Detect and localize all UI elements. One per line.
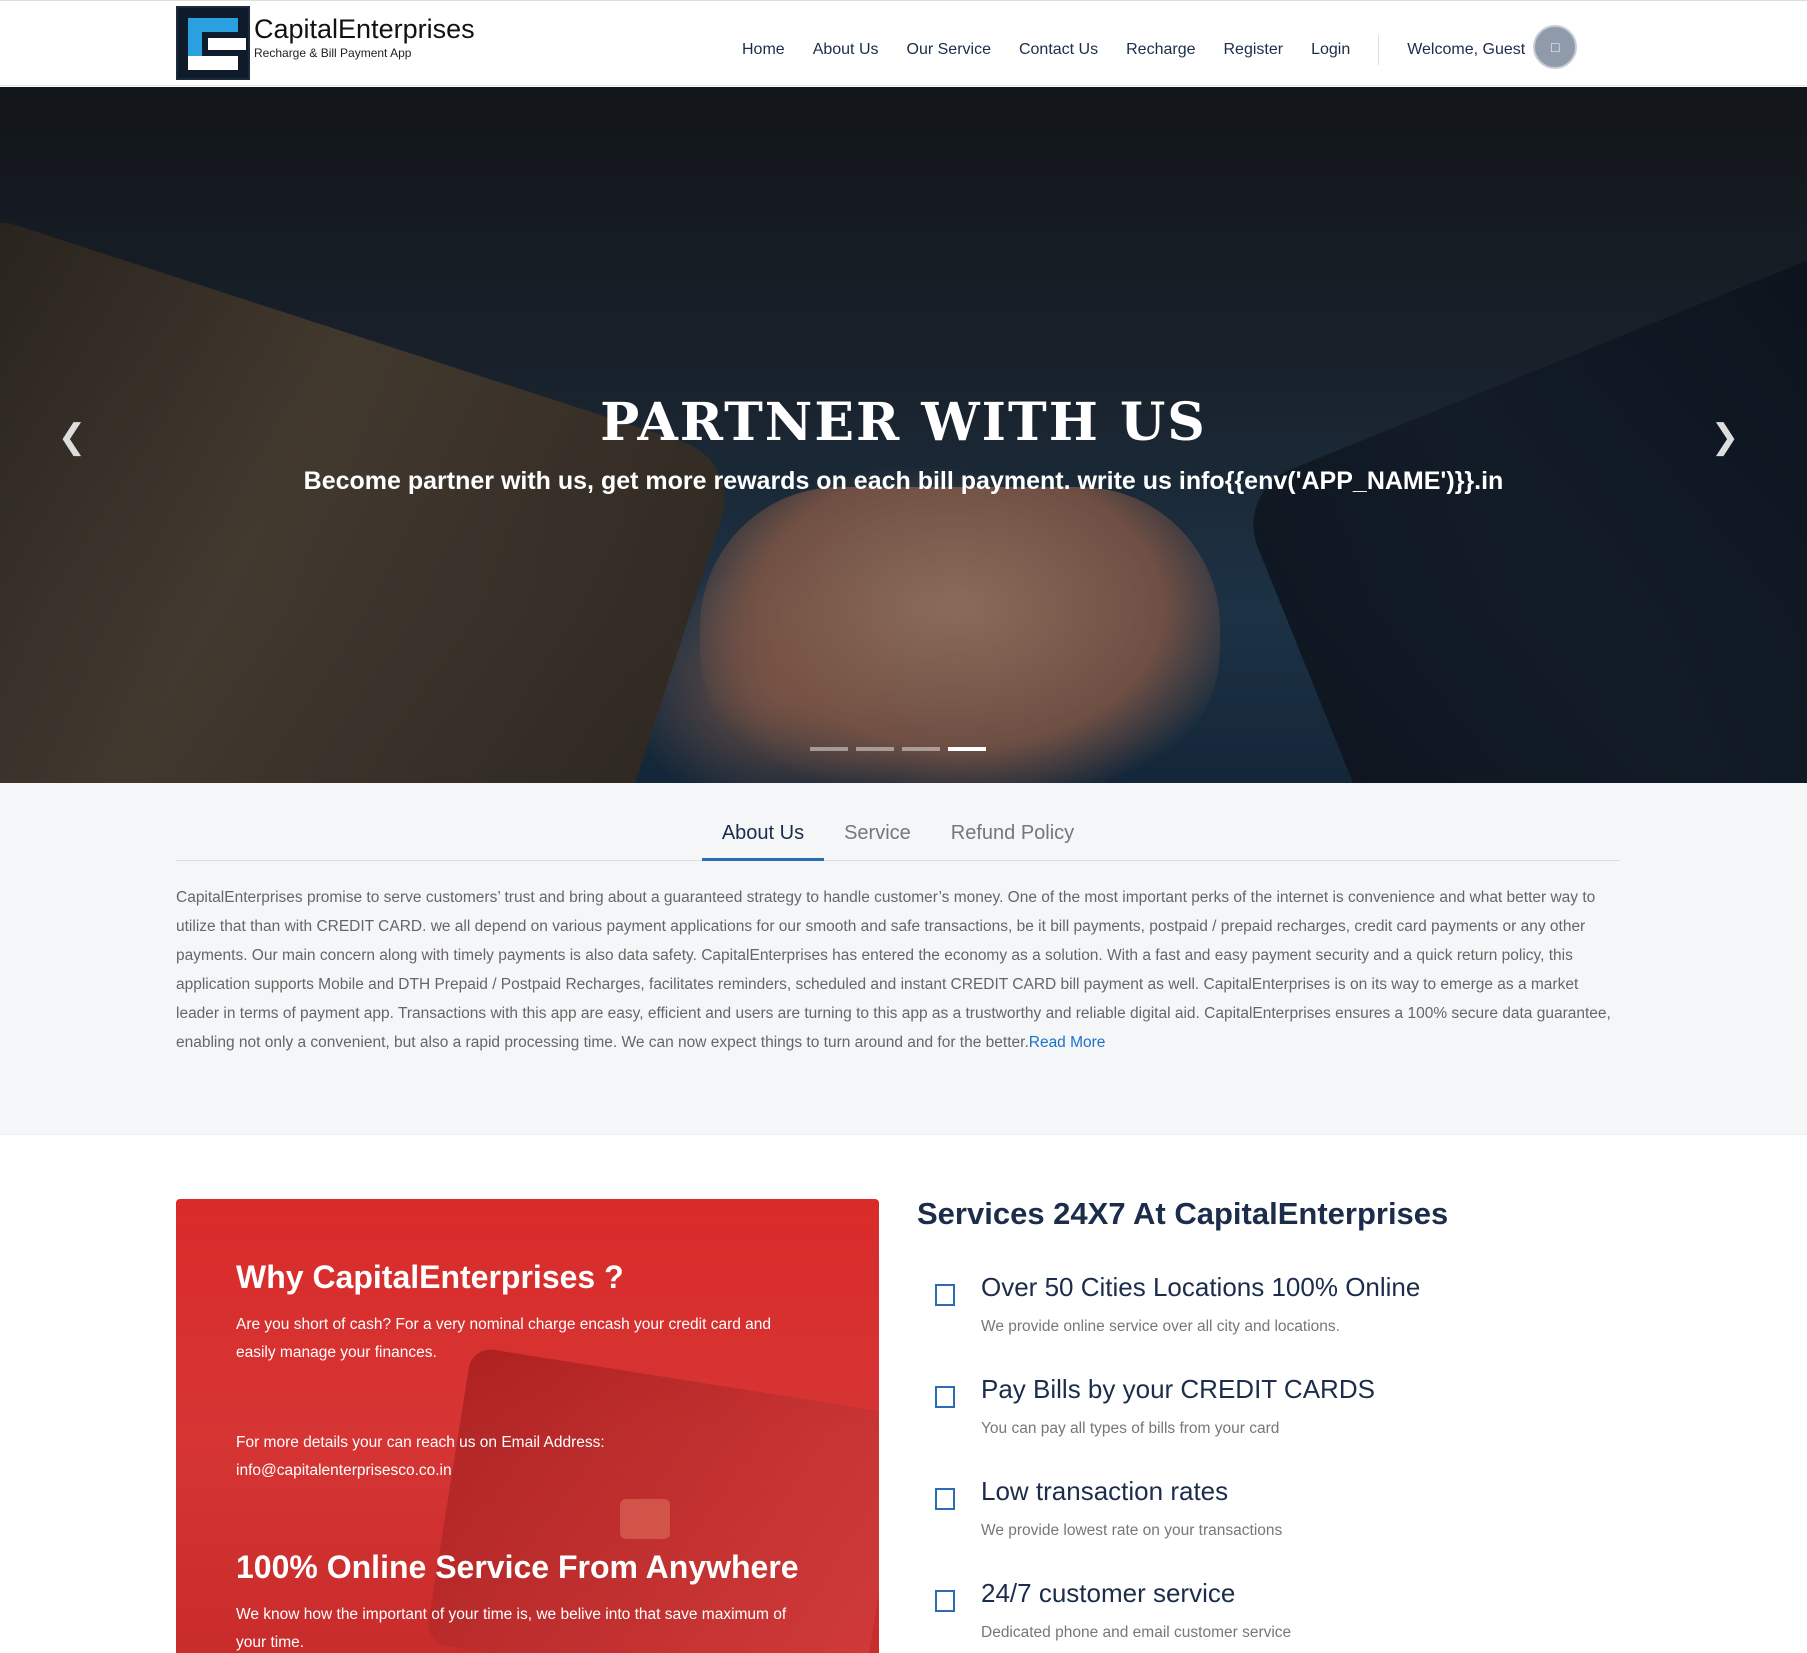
tab-about-us[interactable]: About Us	[701, 821, 825, 861]
nav-login[interactable]: Login	[1311, 41, 1350, 59]
hero-subtitle: Become partner with us, get more rewards…	[303, 467, 1504, 495]
checkbox-icon	[935, 1386, 955, 1408]
carousel-indicator[interactable]	[856, 747, 894, 751]
services-title: Services 24X7 At CapitalEnterprises	[917, 1196, 1449, 1231]
welcome-text: Welcome, Guest	[1407, 41, 1526, 58]
service-title: Over 50 Cities Locations 100% Online	[981, 1272, 1421, 1302]
brand-logo[interactable]: CapitalEnterprises Recharge & Bill Payme…	[176, 6, 475, 80]
brand-tagline: Recharge & Bill Payment App	[254, 46, 412, 60]
service-desc: Dedicated phone and email customer servi…	[981, 1624, 1292, 1641]
user-icon[interactable]: □	[1533, 25, 1578, 69]
nav-register[interactable]: Register	[1223, 41, 1283, 59]
why-paragraph-2: For more details your can reach us on Em…	[236, 1434, 605, 1479]
checkbox-icon	[935, 1590, 955, 1612]
carousel-indicator[interactable]	[810, 747, 848, 751]
service-desc: We provide online service over all city …	[981, 1318, 1340, 1335]
service-title: Pay Bills by your CREDIT CARDS	[981, 1374, 1375, 1404]
about-text: CapitalEnterprises promise to serve cust…	[176, 883, 1620, 1057]
brand-name: CapitalEnterprises	[254, 14, 475, 44]
carousel-prev-icon[interactable]: ❮	[52, 417, 92, 457]
tab-bar: About Us Service Refund Policy	[176, 821, 1620, 861]
why-paragraph-1: Are you short of cash? For a very nomina…	[236, 1316, 772, 1361]
tab-refund-policy[interactable]: Refund Policy	[931, 821, 1094, 861]
why-paragraph-3: We know how the important of your time i…	[236, 1606, 787, 1651]
site-header: CapitalEnterprises Recharge & Bill Payme…	[0, 0, 1807, 86]
nav-about-us[interactable]: About Us	[813, 41, 879, 59]
nav-our-service[interactable]: Our Service	[907, 41, 991, 59]
checkbox-icon	[935, 1284, 955, 1306]
card-chip-image	[620, 1499, 670, 1539]
hero-title: PARTNER WITH US	[600, 392, 1207, 453]
carousel-indicator-active[interactable]	[948, 747, 986, 751]
nav-divider	[1378, 35, 1380, 65]
nav-recharge[interactable]: Recharge	[1126, 41, 1195, 59]
why-title: Why CapitalEnterprises ?	[236, 1259, 624, 1295]
carousel-next-icon[interactable]: ❯	[1705, 417, 1745, 457]
why-title-2: 100% Online Service From Anywhere	[236, 1549, 799, 1585]
service-title: 24/7 customer service	[981, 1578, 1236, 1608]
read-more-link[interactable]: Read More	[1029, 1034, 1106, 1051]
carousel-indicators	[810, 747, 994, 751]
hero-carousel: PARTNER WITH US Become partner with us, …	[0, 87, 1807, 783]
service-title: Low transaction rates	[981, 1476, 1229, 1506]
nav-contact-us[interactable]: Contact Us	[1019, 41, 1098, 59]
carousel-indicator[interactable]	[902, 747, 940, 751]
checkbox-icon	[935, 1488, 955, 1510]
logo-icon	[176, 6, 250, 80]
service-desc: You can pay all types of bills from your…	[981, 1420, 1280, 1437]
about-section: About Us Service Refund Policy CapitalEn…	[0, 783, 1807, 1135]
why-card: Why CapitalEnterprises ? Are you short o…	[176, 1199, 879, 1653]
tab-service[interactable]: Service	[824, 821, 931, 861]
main-nav: Home About Us Our Service Contact Us Rec…	[742, 25, 1578, 69]
about-paragraph: CapitalEnterprises promise to serve cust…	[176, 889, 1611, 1051]
service-desc: We provide lowest rate on your transacti…	[981, 1522, 1283, 1539]
nav-home[interactable]: Home	[742, 41, 785, 59]
